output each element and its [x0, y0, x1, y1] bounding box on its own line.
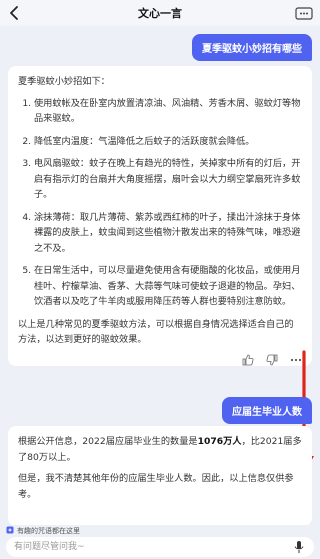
user-message-text: 夏季驱蚊小妙招有哪些	[202, 44, 302, 55]
input-bar	[6, 537, 314, 557]
bot-answer-line: 根据公开信息，2022届应届毕业生的数量是1076万人，比2021届多了80万以…	[18, 434, 302, 465]
list-item: 在日常生活中，可以尽量避免使用含有硬脂酸的化妆品，或使用月桂叶、柠檬草油、香茅、…	[34, 263, 302, 310]
list-item: 使用蚊帐及在卧室内放置清凉油、风油精、芳香木屑、驱蚊灯等物品来驱蚊。	[34, 96, 302, 127]
bot-answer-line: 但是，我不清楚其他年份的应届生毕业人数。因此，以上信息仅供参考。	[18, 473, 294, 500]
answer-text: 根据公开信息，2022届应届毕业生的数量是	[18, 436, 198, 447]
list-item: 涂抹薄荷：取几片薄荷、紫苏或西红柿的叶子，揉出汁涂抹于身体裸露的皮肤上，蚊虫闻到…	[34, 210, 302, 257]
user-message-text: 应届生毕业人数	[232, 407, 302, 418]
bot-intro: 夏季驱蚊小妙招如下：	[18, 76, 110, 87]
microphone-icon[interactable]	[294, 540, 304, 554]
user-message: 夏季驱蚊小妙招有哪些	[192, 34, 312, 61]
tips-list: 使用蚊帐及在卧室内放置清凉油、风油精、芳香木屑、驱蚊灯等物品来驱蚊。 降低室内温…	[18, 96, 302, 310]
more-icon[interactable]	[294, 4, 314, 22]
list-item: 降低室内温度：气温降低之后蚊子的活跃度就会降低。	[34, 134, 302, 150]
suggestion-text: 有趣的咒语都在这里	[17, 527, 80, 535]
message-actions	[18, 354, 302, 366]
user-message: 应届生毕业人数	[222, 397, 312, 424]
page-title: 文心一言	[138, 7, 182, 20]
list-item: 电风扇驱蚊：蚊子在晚上有趋光的特性，关掉家中所有的灯后，开启有指示灯的台扇并大角…	[34, 156, 302, 203]
bot-outro: 以上是几种常见的夏季驱蚊方法，可以根据自身情况选择适合自己的方法，以达到更好的驱…	[18, 318, 294, 346]
bot-message: 夏季驱蚊小妙招如下： 使用蚊帐及在卧室内放置清凉油、风油精、芳香木屑、驱蚊灯等物…	[8, 66, 312, 366]
message-input[interactable]	[14, 540, 274, 554]
suggestion-bar[interactable]: 有趣的咒语都在这里	[0, 525, 320, 537]
sparkle-icon	[6, 526, 14, 534]
answer-highlight: 1076万人	[197, 436, 242, 447]
thumbs-down-icon[interactable]	[266, 354, 278, 366]
thumbs-up-icon[interactable]	[242, 354, 254, 366]
top-bar: 文心一言	[0, 0, 320, 26]
bot-message: 根据公开信息，2022届应届毕业生的数量是1076万人，比2021届多了80万以…	[8, 426, 312, 526]
